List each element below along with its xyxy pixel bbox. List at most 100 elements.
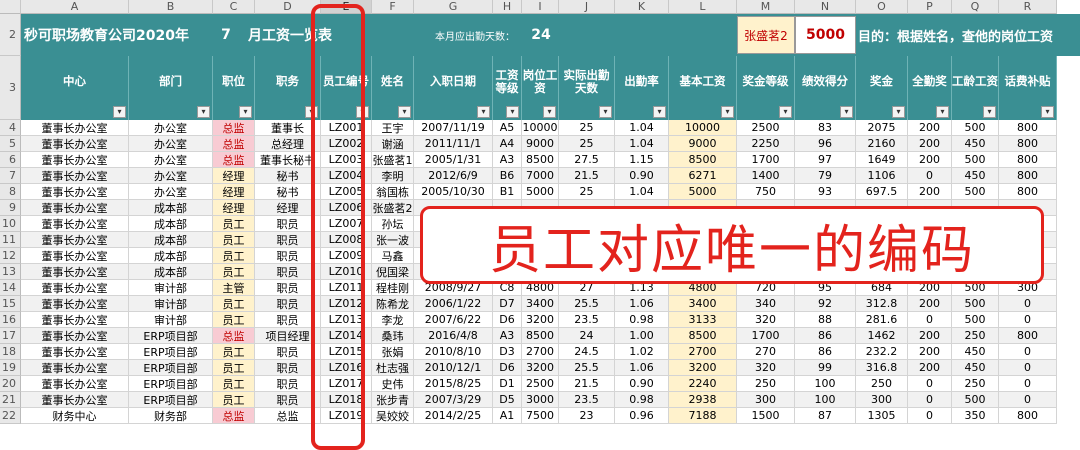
- table-cell[interactable]: 张步青: [372, 392, 414, 408]
- table-cell[interactable]: ERP项目部: [129, 344, 213, 360]
- table-cell[interactable]: 总监: [213, 136, 255, 152]
- table-cell[interactable]: 审计部: [129, 280, 213, 296]
- table-cell[interactable]: 250: [856, 376, 908, 392]
- table-cell[interactable]: 100: [795, 376, 856, 392]
- table-cell[interactable]: 96: [795, 136, 856, 152]
- table-cell[interactable]: 0: [999, 312, 1057, 328]
- filter-dropdown-icon[interactable]: ▾: [840, 106, 853, 118]
- table-cell[interactable]: 李龙: [372, 312, 414, 328]
- row-header[interactable]: 12: [0, 248, 21, 264]
- table-cell[interactable]: 谢涵: [372, 136, 414, 152]
- table-cell[interactable]: 员工: [213, 360, 255, 376]
- column-header-i[interactable]: I: [522, 0, 559, 14]
- table-cell[interactable]: 总监: [213, 328, 255, 344]
- table-cell[interactable]: 25: [559, 120, 615, 136]
- table-cell[interactable]: 23.5: [559, 312, 615, 328]
- table-cell[interactable]: 800: [999, 168, 1057, 184]
- table-cell[interactable]: 1700: [737, 328, 795, 344]
- table-cell[interactable]: 2005/1/31: [414, 152, 493, 168]
- table-cell[interactable]: 董事长办公室: [21, 136, 129, 152]
- table-cell[interactable]: 800: [999, 136, 1057, 152]
- table-cell[interactable]: A4: [493, 136, 522, 152]
- filter-dropdown-icon[interactable]: ▾: [936, 106, 949, 118]
- table-cell[interactable]: 250: [952, 328, 999, 344]
- table-cell[interactable]: 3133: [669, 312, 737, 328]
- table-cell[interactable]: 审计部: [129, 296, 213, 312]
- table-cell[interactable]: 员工: [213, 264, 255, 280]
- table-cell[interactable]: 倪国梁: [372, 264, 414, 280]
- row-header[interactable]: 19: [0, 360, 21, 376]
- table-cell[interactable]: D3: [493, 344, 522, 360]
- table-cell[interactable]: 86: [795, 328, 856, 344]
- table-cell[interactable]: 成本部: [129, 264, 213, 280]
- filter-dropdown-icon[interactable]: ▾: [477, 106, 490, 118]
- table-cell[interactable]: 200: [908, 344, 952, 360]
- table-cell[interactable]: 吴姣姣: [372, 408, 414, 424]
- column-header-j[interactable]: J: [559, 0, 615, 14]
- lookup-value-cell[interactable]: 5000: [795, 16, 856, 54]
- table-cell[interactable]: 800: [999, 152, 1057, 168]
- table-cell[interactable]: 成本部: [129, 248, 213, 264]
- table-cell[interactable]: 2011/11/1: [414, 136, 493, 152]
- column-header-c[interactable]: C: [213, 0, 255, 14]
- table-cell[interactable]: 93: [795, 184, 856, 200]
- table-cell[interactable]: 2005/10/30: [414, 184, 493, 200]
- table-cell[interactable]: 24.5: [559, 344, 615, 360]
- table-cell[interactable]: 董事长办公室: [21, 392, 129, 408]
- table-cell[interactable]: 陈希龙: [372, 296, 414, 312]
- table-cell[interactable]: 232.2: [856, 344, 908, 360]
- column-header-m[interactable]: M: [737, 0, 795, 14]
- table-cell[interactable]: 董事长办公室: [21, 360, 129, 376]
- table-cell[interactable]: 0: [999, 344, 1057, 360]
- table-cell[interactable]: ERP项目部: [129, 376, 213, 392]
- table-cell[interactable]: 2012/6/9: [414, 168, 493, 184]
- column-header-a[interactable]: A: [21, 0, 129, 14]
- table-cell[interactable]: 2500: [522, 376, 559, 392]
- table-cell[interactable]: 董事长办公室: [21, 312, 129, 328]
- table-cell[interactable]: 董事长办公室: [21, 296, 129, 312]
- filter-dropdown-icon[interactable]: ▾: [653, 106, 666, 118]
- table-cell[interactable]: ERP项目部: [129, 392, 213, 408]
- table-cell[interactable]: 1.04: [615, 120, 669, 136]
- table-cell[interactable]: 2240: [669, 376, 737, 392]
- table-cell[interactable]: 董事长办公室: [21, 216, 129, 232]
- table-cell[interactable]: 200: [908, 328, 952, 344]
- table-cell[interactable]: 320: [737, 360, 795, 376]
- table-cell[interactable]: 1.00: [615, 328, 669, 344]
- table-cell[interactable]: 0: [908, 168, 952, 184]
- table-cell[interactable]: 25.5: [559, 296, 615, 312]
- table-cell[interactable]: 1462: [856, 328, 908, 344]
- row-header[interactable]: 11: [0, 232, 21, 248]
- table-cell[interactable]: 员工: [213, 232, 255, 248]
- filter-dropdown-icon[interactable]: ▾: [543, 106, 556, 118]
- table-cell[interactable]: 3000: [522, 392, 559, 408]
- table-cell[interactable]: 340: [737, 296, 795, 312]
- table-cell[interactable]: 3400: [522, 296, 559, 312]
- row-header[interactable]: 15: [0, 296, 21, 312]
- table-cell[interactable]: 0: [908, 376, 952, 392]
- table-cell[interactable]: 23.5: [559, 392, 615, 408]
- column-header-r[interactable]: R: [999, 0, 1057, 14]
- table-cell[interactable]: 董事长办公室: [21, 184, 129, 200]
- row-header[interactable]: 10: [0, 216, 21, 232]
- table-cell[interactable]: 2007/6/22: [414, 312, 493, 328]
- table-cell[interactable]: 200: [908, 120, 952, 136]
- table-cell[interactable]: 500: [952, 120, 999, 136]
- table-cell[interactable]: 200: [908, 184, 952, 200]
- table-cell[interactable]: 450: [952, 168, 999, 184]
- table-cell[interactable]: 2006/1/22: [414, 296, 493, 312]
- row-header[interactable]: 17: [0, 328, 21, 344]
- table-cell[interactable]: 1700: [737, 152, 795, 168]
- table-cell[interactable]: 2007/3/29: [414, 392, 493, 408]
- table-cell[interactable]: 7500: [522, 408, 559, 424]
- table-cell[interactable]: 1400: [737, 168, 795, 184]
- table-cell[interactable]: 董事长办公室: [21, 200, 129, 216]
- table-cell[interactable]: 成本部: [129, 200, 213, 216]
- table-cell[interactable]: 200: [908, 360, 952, 376]
- filter-dropdown-icon[interactable]: ▾: [398, 106, 411, 118]
- table-cell[interactable]: 3400: [669, 296, 737, 312]
- filter-dropdown-icon[interactable]: ▾: [721, 106, 734, 118]
- table-cell[interactable]: 281.6: [856, 312, 908, 328]
- row-header[interactable]: 2: [0, 14, 21, 56]
- table-cell[interactable]: 10000: [669, 120, 737, 136]
